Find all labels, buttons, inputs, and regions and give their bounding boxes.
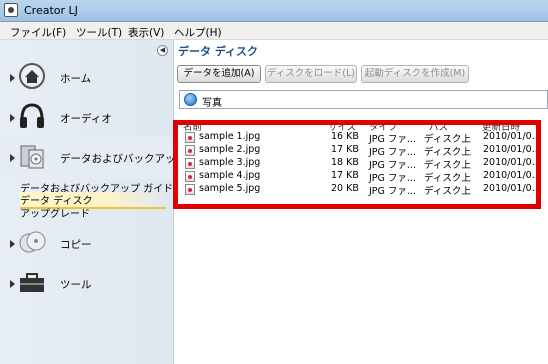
menu-bar: ファイル(F) ツール(T) 表示(V) ヘルプ(H): [0, 22, 548, 40]
highlight-frame: [173, 120, 541, 209]
sidebar-item-label: ツール: [60, 279, 92, 291]
headphones-icon: [20, 103, 44, 128]
globe-icon: [184, 93, 197, 106]
sidebar-item-copy[interactable]: コピー: [0, 223, 174, 265]
add-data-button[interactable]: データを追加(A): [177, 65, 261, 83]
window-title: Creator LJ: [24, 4, 78, 17]
menu-tools[interactable]: ツール(T): [76, 25, 122, 40]
create-boot-disc-button[interactable]: 起動ディスクを作成(M): [361, 65, 469, 83]
copy-icon: [19, 231, 46, 253]
expand-arrow-icon: [10, 240, 15, 248]
home-icon: [19, 63, 45, 89]
expand-arrow-icon: [10, 154, 15, 162]
page-title: データ ディスク: [178, 45, 259, 58]
toolbox-icon: [20, 273, 44, 292]
data-backup-icon: [20, 145, 44, 169]
sidebar-item-label: コピー: [60, 239, 92, 251]
sidebar: ◀ ホーム オーディオ データおよびバックアップ データおよびバックアップ ガイ…: [0, 40, 186, 364]
title-bar: Creator LJ: [0, 0, 548, 22]
menu-file[interactable]: ファイル(F): [10, 25, 66, 40]
collapse-sidebar-button[interactable]: ◀: [157, 45, 168, 56]
load-disc-button[interactable]: ディスクをロード(L): [265, 65, 357, 83]
sidebar-item-label: ホーム: [60, 73, 92, 85]
menu-help[interactable]: ヘルプ(H): [174, 25, 222, 40]
sidebar-item-data-backup[interactable]: データおよびバックアップ: [0, 137, 186, 179]
menu-view[interactable]: 表示(V): [128, 25, 164, 40]
sidebar-item-label: オーディオ: [60, 113, 112, 125]
app-icon: [4, 3, 18, 17]
expand-arrow-icon: [10, 74, 15, 82]
expand-arrow-icon: [10, 280, 15, 288]
path-text: 写真: [202, 98, 222, 109]
sidebar-item-audio[interactable]: オーディオ: [0, 97, 174, 139]
path-bar[interactable]: 写真: [179, 90, 548, 109]
sidebar-subitem-upgrade[interactable]: アップグレード: [20, 205, 90, 220]
sidebar-item-label: データおよびバックアップ: [60, 153, 186, 165]
sidebar-item-home[interactable]: ホーム: [0, 57, 174, 99]
expand-arrow-icon: [10, 114, 15, 122]
sidebar-item-tools[interactable]: ツール: [0, 263, 174, 305]
